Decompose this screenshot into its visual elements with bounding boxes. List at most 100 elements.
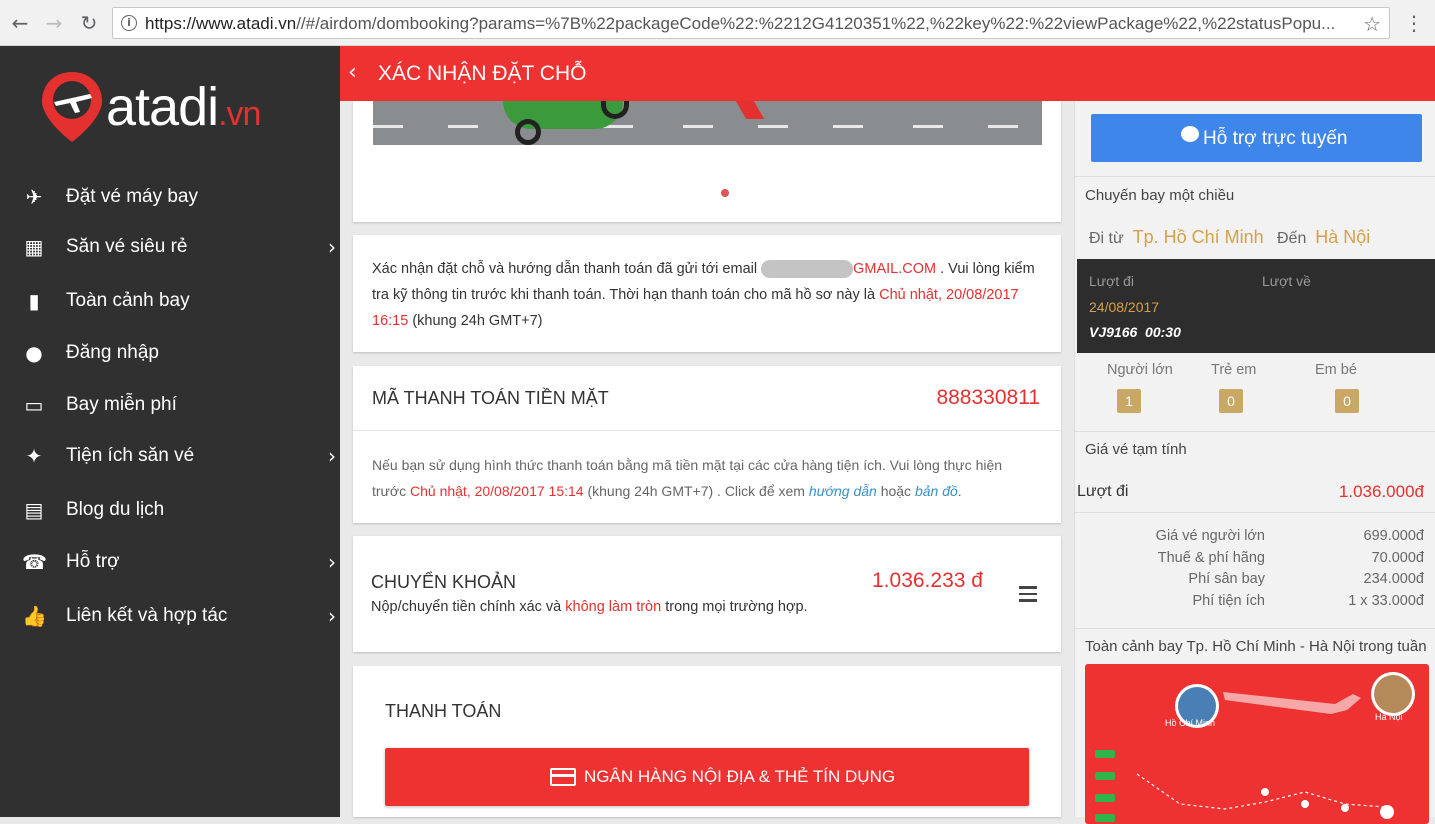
sidebar-item[interactable]: ▦ Săn vé siêu rẻ › bbox=[0, 225, 340, 269]
back-chevron-icon[interactable]: ‹ bbox=[348, 60, 357, 85]
address-bar[interactable]: i https://www.atadi.vn//#/airdom/dombook… bbox=[112, 7, 1390, 39]
online-support-button[interactable]: Hỗ trợ trực tuyến bbox=[1091, 114, 1422, 162]
fare-label: Phí tiện ích bbox=[1192, 592, 1265, 609]
calendar-icon: ▦ bbox=[24, 235, 44, 259]
redacted-email bbox=[761, 260, 854, 279]
trip-type: Chuyến bay một chiều bbox=[1085, 187, 1235, 204]
phone-icon: ☎ bbox=[22, 550, 47, 574]
estimate-title: Giá vé tạm tính bbox=[1085, 441, 1187, 458]
outbound-total: 1.036.000đ bbox=[1338, 482, 1424, 501]
sidebar-item-label: Toàn cảnh bay bbox=[66, 290, 190, 311]
sidebar-item-label: Liên kết và hợp tác bbox=[66, 605, 228, 626]
fare-label: Giá vé người lớn bbox=[1155, 528, 1265, 544]
fare-value: 699.000đ bbox=[1363, 528, 1424, 544]
location-pin-logo-icon bbox=[42, 72, 102, 142]
sidebar-item-label: Bay miễn phí bbox=[66, 394, 177, 415]
passenger-count-badge: 0 bbox=[1219, 389, 1243, 413]
chevron-right-icon[interactable]: › bbox=[328, 235, 336, 259]
bank-transfer-amount: 1.036.233 đ bbox=[872, 569, 983, 592]
sidebar-item[interactable]: ▤ Blog du lịch bbox=[0, 488, 340, 532]
cash-payment-title: MÃ THANH TOÁN TIỀN MẶT bbox=[372, 388, 609, 408]
weekly-price-chart[interactable]: Hồ Chí Minh Hà Nội bbox=[1085, 664, 1429, 824]
payment-card: THANH TOÁN NGÂN HÀNG NỘI ĐỊA & THẺ TÍN D… bbox=[353, 666, 1061, 817]
outbound-label: Lượt đi bbox=[1089, 273, 1135, 289]
back-arrow-icon[interactable]: ← bbox=[8, 11, 32, 35]
sidebar: atadi.vn ✈ Đặt vé máy bay ▦ Săn vé siêu rẻ ›… bbox=[0, 46, 340, 817]
sidebar-item[interactable]: ☎ Hỗ trợ › bbox=[0, 540, 340, 584]
sidebar-item-label: Đặt vé máy bay bbox=[66, 186, 198, 207]
passenger-type-label: Người lớn bbox=[1107, 362, 1173, 378]
sidebar-item-label: Blog du lịch bbox=[66, 499, 165, 520]
bar-chart-icon: ▮ bbox=[28, 289, 40, 313]
cash-payment-code: 888330811 bbox=[936, 386, 1040, 409]
passenger-count-badge: 0 bbox=[1335, 389, 1359, 413]
cash-payment-instructions: Nếu bạn sử dụng hình thức thanh toán bằn… bbox=[372, 457, 1003, 499]
browser-toolbar: ← → ↻ i https://www.atadi.vn//#/airdom/d… bbox=[0, 0, 1435, 46]
carousel-dot[interactable] bbox=[721, 189, 729, 197]
page-title: XÁC NHẬN ĐẶT CHỖ bbox=[378, 62, 587, 85]
passenger-count-badge: 1 bbox=[1117, 389, 1141, 413]
bank-button-label: NGÂN HÀNG NỘI ĐỊA & THẺ TÍN DỤNG bbox=[584, 767, 896, 786]
payment-title: THANH TOÁN bbox=[385, 701, 502, 721]
info-icon[interactable]: i bbox=[121, 15, 137, 31]
map-link[interactable]: bản đồ bbox=[915, 483, 958, 499]
bank-transfer-title: CHUYỂN KHOẢN bbox=[371, 572, 517, 592]
sidebar-item[interactable]: 👍 Liên kết và hợp tác › bbox=[0, 594, 340, 638]
page-header: ‹ XÁC NHẬN ĐẶT CHỖ bbox=[340, 46, 1435, 101]
thumbs-up-icon: 👍 bbox=[22, 604, 47, 628]
cash-payment-card: MÃ THANH TOÁN TIỀN MẶT 888330811 Nếu bạn… bbox=[353, 366, 1061, 523]
guide-link[interactable]: hướng dẫn bbox=[809, 483, 877, 499]
fare-label: Thuế & phí hãng bbox=[1157, 549, 1265, 566]
passenger-type-label: Trẻ em bbox=[1211, 362, 1257, 378]
bank-transfer-note: Nộp/chuyển tiền chính xác và không làm t… bbox=[371, 599, 808, 615]
chart-city-right: Hà Nội bbox=[1375, 712, 1403, 722]
book-icon: ▤ bbox=[24, 498, 44, 522]
bookmark-star-icon[interactable]: ☆ bbox=[1363, 12, 1381, 36]
weekly-chart-graphic: Hồ Chí Minh Hà Nội bbox=[1095, 672, 1415, 822]
sidebar-item[interactable]: ▮ Toàn cảnh bay bbox=[0, 279, 340, 323]
banner-image bbox=[373, 101, 1042, 145]
credit-card-icon bbox=[550, 768, 576, 786]
sidebar-item[interactable]: ▭ Bay miễn phí bbox=[0, 383, 340, 427]
weekly-overview-title: Toàn cảnh bay Tp. Hồ Chí Minh - Hà Nội t… bbox=[1085, 638, 1427, 655]
browser-menu-icon[interactable]: ⋮ bbox=[1404, 11, 1424, 35]
sidebar-item[interactable]: ● Đăng nhập bbox=[0, 331, 340, 375]
sidebar-item[interactable]: ✈ Đặt vé máy bay bbox=[0, 175, 340, 219]
url-path: //#/airdom/dombooking?params=%7B%22packa… bbox=[296, 14, 1336, 33]
fare-label: Phí sân bay bbox=[1188, 571, 1265, 587]
sidebar-item-label: Tiện ích săn vé bbox=[66, 445, 195, 466]
logo-wordmark: atadi.vn bbox=[106, 77, 261, 137]
outbound-total-label: Lượt đi bbox=[1077, 483, 1129, 500]
sidebar-item-label: Hỗ trợ bbox=[66, 551, 120, 572]
sidebar-item-label: Săn vé siêu rẻ bbox=[66, 236, 188, 257]
sidebar-item-label: Đăng nhập bbox=[66, 342, 159, 363]
flight-legs-box: Lượt đi Lượt về 24/08/2017 VJ9166 00:30 bbox=[1077, 259, 1435, 353]
outbound-flight: VJ9166 00:30 bbox=[1089, 324, 1181, 340]
url-text[interactable]: https://www.atadi.vn//#/airdom/dombookin… bbox=[145, 14, 1345, 34]
confirmation-text: Xác nhận đặt chỗ và hướng dẫn thanh toán… bbox=[372, 260, 1035, 329]
chat-bubble-icon bbox=[1181, 126, 1199, 142]
support-button-label: Hỗ trợ trực tuyến bbox=[1203, 128, 1348, 149]
url-host: https://www.atadi.vn bbox=[145, 14, 297, 33]
user-icon: ● bbox=[25, 341, 43, 365]
outbound-date: 24/08/2017 bbox=[1089, 299, 1160, 315]
sidebar-item[interactable]: ✦ Tiện ích săn vé › bbox=[0, 434, 340, 478]
paper-plane-icon: ✈ bbox=[25, 185, 43, 209]
fare-value: 70.000đ bbox=[1371, 549, 1424, 566]
chart-city-left: Hồ Chí Minh bbox=[1165, 718, 1215, 728]
fare-value: 1 x 33.000đ bbox=[1348, 592, 1424, 609]
forward-arrow-icon[interactable]: → bbox=[42, 11, 66, 35]
credit-card-icon: ▭ bbox=[24, 393, 44, 417]
chevron-right-icon[interactable]: › bbox=[328, 550, 336, 574]
chevron-right-icon[interactable]: › bbox=[328, 604, 336, 628]
bank-transfer-card[interactable]: CHUYỂN KHOẢN 1.036.233 đ Nộp/chuyển tiền… bbox=[353, 536, 1061, 652]
chevron-right-icon[interactable]: › bbox=[328, 444, 336, 468]
atadi-logo[interactable]: atadi.vn bbox=[40, 68, 280, 148]
magic-wand-icon: ✦ bbox=[25, 444, 43, 468]
banner-carousel bbox=[353, 101, 1061, 222]
reload-icon[interactable]: ↻ bbox=[77, 11, 101, 35]
booking-summary-panel: Hỗ trợ trực tuyến Chuyến bay một chiều Đ… bbox=[1074, 101, 1435, 824]
domestic-bank-credit-card-button[interactable]: NGÂN HÀNG NỘI ĐỊA & THẺ TÍN DỤNG bbox=[385, 748, 1029, 806]
fare-value: 234.000đ bbox=[1363, 571, 1424, 587]
menu-lines-icon[interactable] bbox=[1019, 586, 1037, 602]
